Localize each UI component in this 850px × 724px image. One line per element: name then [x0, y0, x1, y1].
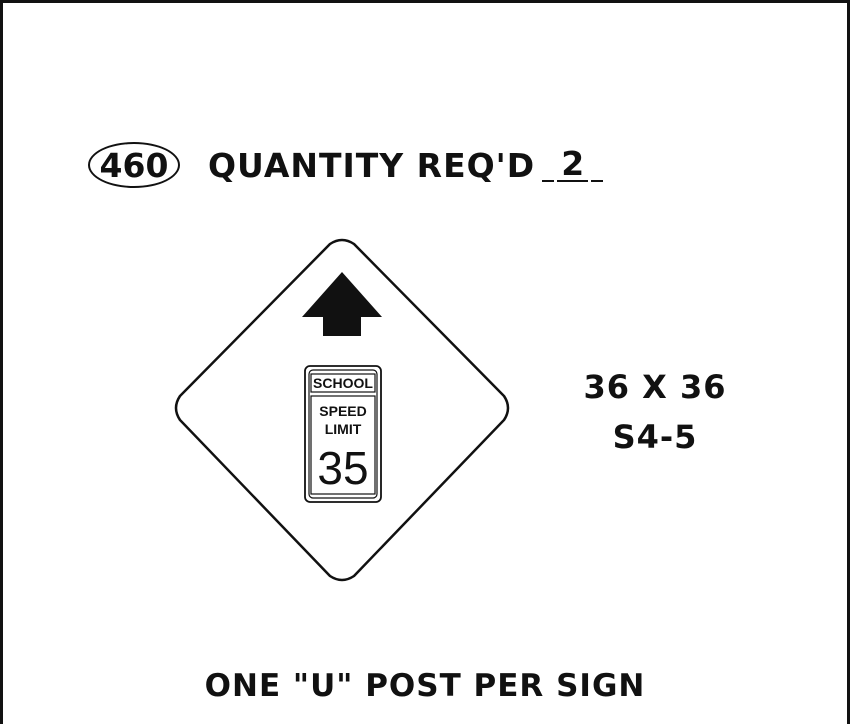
school-speed-sign-diagram: SCHOOL SPEED LIMIT 35 — [174, 238, 510, 582]
frame-top-border — [0, 0, 850, 3]
post-note: ONE "U" POST PER SIGN — [204, 668, 646, 704]
sign-id-oval: 460 — [88, 142, 180, 188]
quantity-value: 2 — [557, 147, 589, 182]
sign-dimensions: 36 X 36 — [583, 368, 727, 406]
plaque-speed-text: SPEED — [319, 403, 366, 419]
quantity-header: 460 QUANTITY REQ'D 2 — [88, 140, 606, 190]
blank-dash-right — [591, 152, 604, 182]
plaque-speed-value: 35 — [317, 442, 368, 494]
plaque-school-text: SCHOOL — [313, 375, 373, 391]
sign-spec: 36 X 36 S4-5 — [560, 362, 750, 462]
quantity-blank: 2 — [539, 147, 606, 182]
sign-code: S4-5 — [612, 418, 698, 456]
speed-limit-plaque: SCHOOL SPEED LIMIT 35 — [304, 365, 382, 503]
blank-dash-left — [542, 152, 555, 182]
plaque-limit-text: LIMIT — [325, 421, 362, 437]
quantity-label: QUANTITY REQ'D — [208, 145, 536, 185]
frame-left-border — [0, 0, 3, 724]
